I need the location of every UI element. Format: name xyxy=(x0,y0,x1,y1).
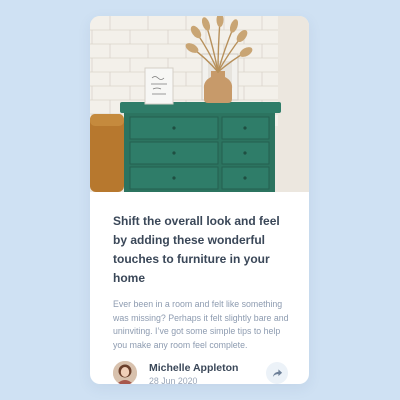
share-button[interactable] xyxy=(266,362,288,384)
author-name: Michelle Appleton xyxy=(149,362,239,374)
share-icon xyxy=(272,368,283,379)
article-image xyxy=(90,16,309,192)
article-headline[interactable]: Shift the overall look and feel by addin… xyxy=(113,212,291,288)
article-content: Shift the overall look and feel by addin… xyxy=(113,212,291,352)
article-excerpt: Ever been in a room and felt like someth… xyxy=(113,299,289,350)
article-preview-card: Shift the overall look and feel by addin… xyxy=(90,16,309,384)
publish-date: 28 Jun 2020 xyxy=(149,376,198,384)
author-avatar xyxy=(113,361,137,384)
author-row: Michelle Appleton 28 Jun 2020 xyxy=(113,361,288,384)
